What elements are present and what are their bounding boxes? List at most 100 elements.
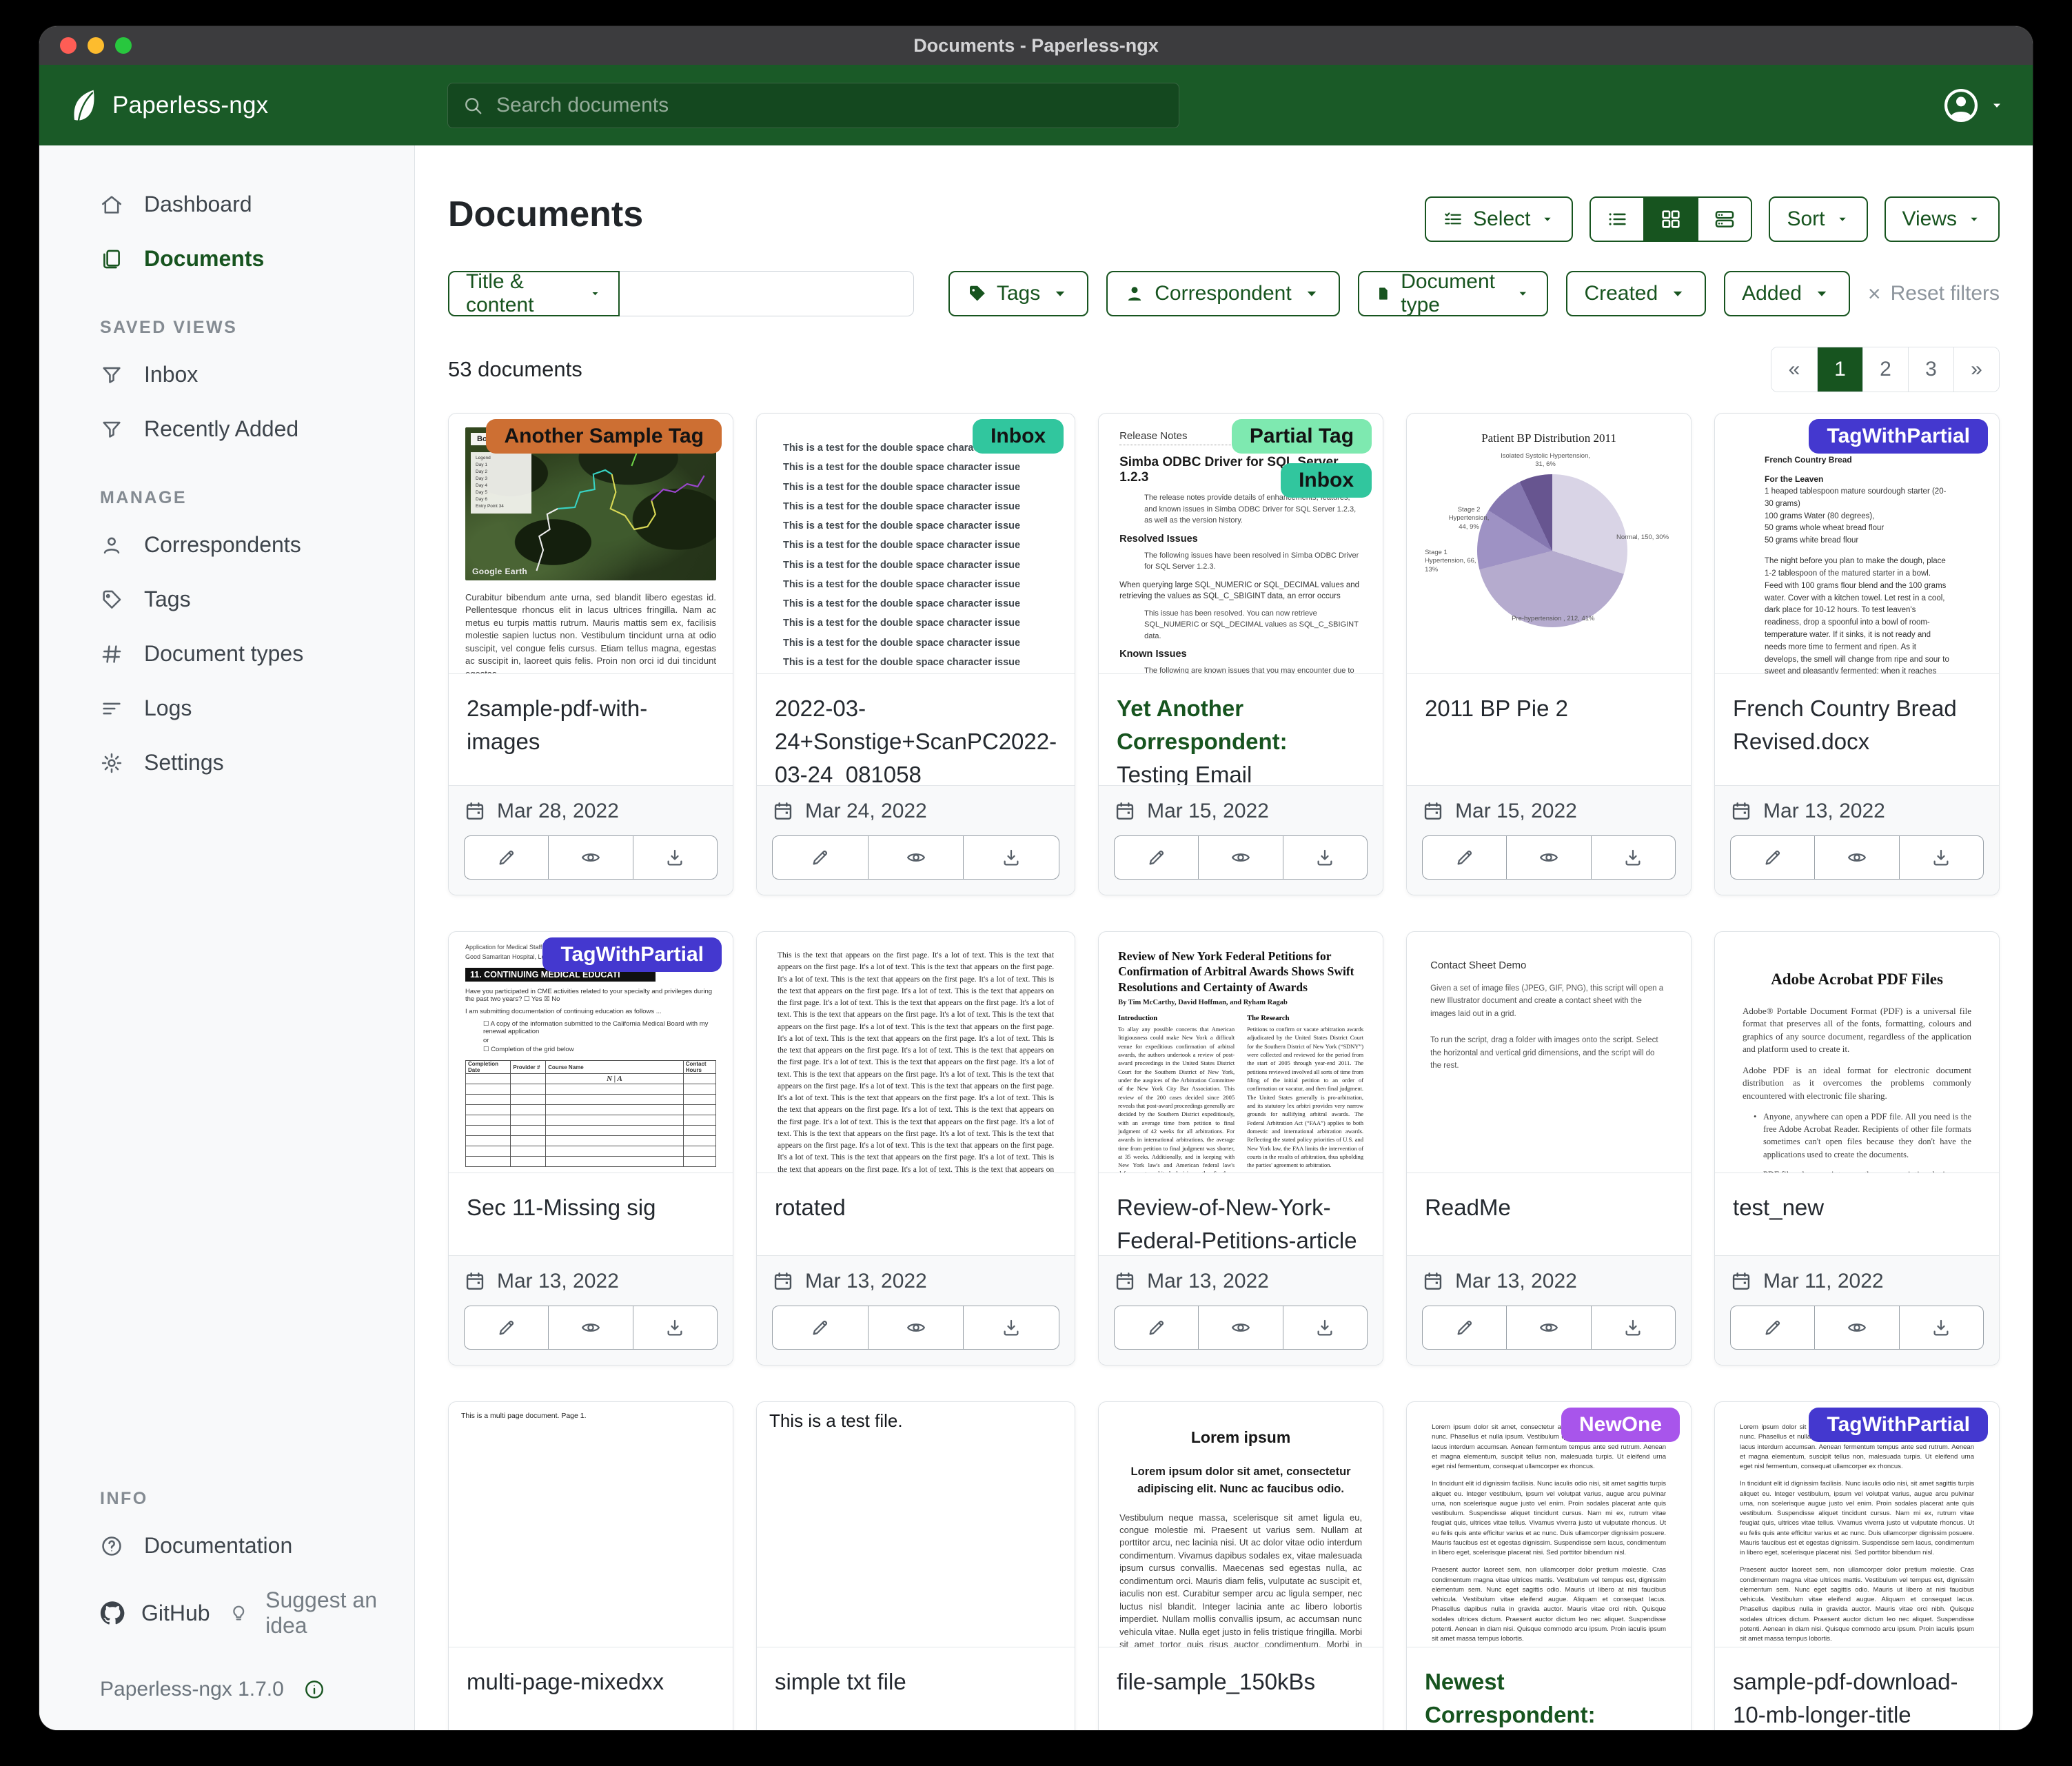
document-thumbnail[interactable]: Adobe Acrobat PDF FilesAdobe® Portable D…: [1715, 932, 1999, 1173]
sidebar-item-logs[interactable]: Logs: [39, 681, 414, 735]
document-title[interactable]: rotated: [757, 1173, 1075, 1255]
edit-document-button[interactable]: [465, 1306, 548, 1349]
document-title[interactable]: French Country Bread Revised.docx: [1715, 674, 1999, 785]
document-title[interactable]: 2sample-pdf-with-images: [449, 674, 733, 785]
pagination-next[interactable]: »: [1953, 347, 1999, 392]
document-title[interactable]: file-sample_150kBs: [1099, 1647, 1383, 1730]
sidebar-item-inbox[interactable]: Inbox: [39, 347, 414, 402]
sidebar-item-documents[interactable]: Documents: [39, 232, 414, 286]
tag-inbox[interactable]: Inbox: [973, 419, 1064, 454]
select-button[interactable]: Select: [1425, 196, 1573, 242]
sidebar-item-correspondents[interactable]: Correspondents: [39, 518, 414, 572]
preview-document-button[interactable]: [1814, 836, 1898, 879]
document-card[interactable]: TagWithPartialApplication for Medical St…: [448, 931, 733, 1366]
document-thumbnail[interactable]: Contact Sheet DemoGiven a set of image f…: [1407, 932, 1691, 1173]
tag-partial-tag[interactable]: Partial Tag: [1232, 419, 1372, 454]
sidebar-link-github[interactable]: GitHub: [100, 1601, 210, 1626]
views-button[interactable]: Views: [1885, 196, 2000, 242]
preview-document-button[interactable]: [868, 836, 964, 879]
reset-filters-button[interactable]: × Reset filters: [1868, 282, 2000, 305]
tag-tagwithpartial[interactable]: TagWithPartial: [1809, 1408, 1988, 1442]
document-thumbnail[interactable]: This is a multi page document. Page 1.: [449, 1402, 733, 1647]
sidebar-item-dashboard[interactable]: Dashboard: [39, 177, 414, 232]
document-title[interactable]: Review-of-New-York-Federal-Petitions-art…: [1099, 1173, 1383, 1255]
document-card[interactable]: Adobe Acrobat PDF FilesAdobe® Portable D…: [1714, 931, 2000, 1366]
minimize-window-button[interactable]: [88, 37, 104, 54]
sort-button[interactable]: Sort: [1769, 196, 1867, 242]
filter-document-type-button[interactable]: Document type: [1358, 271, 1549, 316]
sidebar-item-document-types[interactable]: Document types: [39, 627, 414, 681]
document-card[interactable]: Another Sample TagBoundary Waters TripLe…: [448, 413, 733, 895]
pagination-prev[interactable]: «: [1771, 347, 1817, 392]
sidebar-item-recently-added[interactable]: Recently Added: [39, 402, 414, 456]
document-title[interactable]: test_new: [1715, 1173, 1999, 1255]
document-thumbnail[interactable]: Lorem ipsumLorem ipsum dolor sit amet, c…: [1099, 1402, 1383, 1647]
tag-tagwithpartial[interactable]: TagWithPartial: [542, 937, 722, 972]
filter-added-button[interactable]: Added: [1724, 271, 1850, 316]
preview-document-button[interactable]: [1198, 836, 1282, 879]
download-document-button[interactable]: [1899, 1306, 1983, 1349]
download-document-button[interactable]: [1283, 1306, 1367, 1349]
document-card[interactable]: InboxThis is a test for the double space…: [756, 413, 1075, 895]
pagination-page-2[interactable]: 2: [1862, 347, 1908, 392]
document-title[interactable]: simple txt file: [757, 1647, 1075, 1730]
document-card[interactable]: Contact Sheet DemoGiven a set of image f…: [1406, 931, 1692, 1366]
tag-tagwithpartial[interactable]: TagWithPartial: [1809, 419, 1988, 454]
document-card[interactable]: This is a multi page document. Page 1.mu…: [448, 1401, 733, 1730]
document-card[interactable]: NewOneLorem ipsum dolor sit amet, consec…: [1406, 1401, 1692, 1730]
tag-another-sample-tag[interactable]: Another Sample Tag: [486, 419, 721, 454]
download-document-button[interactable]: [1283, 836, 1367, 879]
document-title[interactable]: multi-page-mixedxx: [449, 1647, 733, 1730]
document-title[interactable]: Yet Another Correspondent: Testing Email: [1099, 674, 1383, 785]
view-toggle-stack[interactable]: [1697, 198, 1751, 241]
document-card[interactable]: Patient BP Distribution 2011Normal, 150,…: [1406, 413, 1692, 895]
preview-document-button[interactable]: [868, 1306, 964, 1349]
document-title[interactable]: Newest Correspondent: f_combinedo: [1407, 1647, 1691, 1730]
zoom-window-button[interactable]: [115, 37, 132, 54]
document-title[interactable]: 2011 BP Pie 2: [1407, 674, 1691, 785]
document-title[interactable]: Sec 11-Missing sig: [449, 1173, 733, 1255]
preview-document-button[interactable]: [1198, 1306, 1282, 1349]
close-window-button[interactable]: [60, 37, 77, 54]
document-card[interactable]: This is the text that appears on the fir…: [756, 931, 1075, 1366]
document-thumbnail[interactable]: This is a test file.: [757, 1402, 1075, 1647]
document-card[interactable]: Lorem ipsumLorem ipsum dolor sit amet, c…: [1098, 1401, 1383, 1730]
download-document-button[interactable]: [963, 836, 1059, 879]
global-search[interactable]: [447, 83, 1179, 128]
document-thumbnail[interactable]: Patient BP Distribution 2011Normal, 150,…: [1407, 414, 1691, 674]
document-title[interactable]: 2022-03-24+Sonstige+ScanPC2022-03-24_081…: [757, 674, 1075, 785]
tag-newone[interactable]: NewOne: [1561, 1408, 1680, 1442]
filter-tags-button[interactable]: Tags: [948, 271, 1088, 316]
document-card[interactable]: Review of New York Federal Petitions for…: [1098, 931, 1383, 1366]
tag-inbox[interactable]: Inbox: [1281, 463, 1372, 498]
edit-document-button[interactable]: [1731, 1306, 1814, 1349]
preview-document-button[interactable]: [1814, 1306, 1898, 1349]
preview-document-button[interactable]: [1506, 1306, 1590, 1349]
pagination-page-1[interactable]: 1: [1817, 347, 1862, 392]
edit-document-button[interactable]: [1731, 836, 1814, 879]
download-document-button[interactable]: [963, 1306, 1059, 1349]
edit-document-button[interactable]: [773, 1306, 868, 1349]
download-document-button[interactable]: [1591, 836, 1675, 879]
document-title[interactable]: ReadMe: [1407, 1173, 1691, 1255]
search-input[interactable]: [495, 93, 1165, 118]
document-thumbnail[interactable]: This is the text that appears on the fir…: [757, 932, 1075, 1173]
filter-created-button[interactable]: Created: [1566, 271, 1706, 316]
document-card[interactable]: This is a test file.simple txt file: [756, 1401, 1075, 1730]
edit-document-button[interactable]: [773, 836, 868, 879]
document-thumbnail[interactable]: Review of New York Federal Petitions for…: [1099, 932, 1383, 1173]
edit-document-button[interactable]: [1115, 1306, 1198, 1349]
edit-document-button[interactable]: [1423, 836, 1506, 879]
preview-document-button[interactable]: [1506, 836, 1590, 879]
user-menu[interactable]: [1942, 65, 2005, 145]
filter-text-input[interactable]: [620, 271, 914, 316]
sidebar-item-tags[interactable]: Tags: [39, 572, 414, 627]
document-card[interactable]: TagWithPartialLorem ipsum dolor sit amet…: [1714, 1401, 2000, 1730]
document-card[interactable]: Partial TagInboxRelease NotesSimba ODBC …: [1098, 413, 1383, 895]
filter-correspondent-button[interactable]: Correspondent: [1106, 271, 1339, 316]
brand[interactable]: Paperless-ngx: [39, 89, 268, 122]
edit-document-button[interactable]: [1423, 1306, 1506, 1349]
edit-document-button[interactable]: [465, 836, 548, 879]
view-toggle-grid4[interactable]: [1643, 198, 1697, 241]
download-document-button[interactable]: [1591, 1306, 1675, 1349]
